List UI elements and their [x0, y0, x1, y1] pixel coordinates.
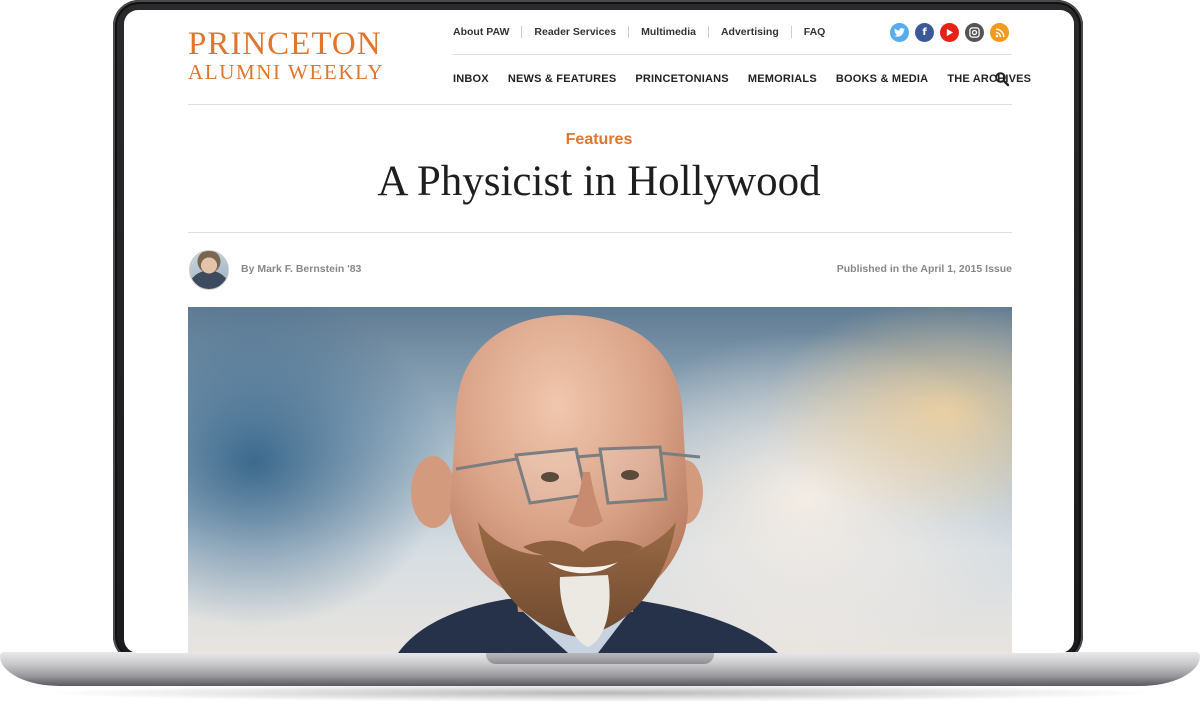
site-logo[interactable]: PRINCETON ALUMNI WEEKLY	[188, 28, 384, 83]
article-byline[interactable]: By Mark F. Bernstein '83	[241, 263, 361, 275]
nav-item-memorials[interactable]: MEMORIALS	[748, 73, 817, 85]
facebook-icon[interactable]: f	[915, 23, 934, 42]
laptop-shadow	[40, 684, 1160, 702]
nav-item-archives[interactable]: THE ARCHIVES	[947, 73, 1031, 85]
social-links: f	[890, 23, 1009, 42]
nav-item-inbox[interactable]: INBOX	[453, 73, 489, 85]
util-link-about[interactable]: About PAW	[453, 26, 521, 38]
author-avatar	[189, 250, 229, 290]
laptop-notch	[486, 652, 714, 664]
util-link-advertising[interactable]: Advertising	[707, 26, 791, 38]
hero-photo	[188, 307, 1012, 653]
logo-line-1: PRINCETON	[188, 26, 382, 62]
util-link-faq[interactable]: FAQ	[790, 26, 838, 38]
article-publish-date: Published in the April 1, 2015 Issue	[836, 263, 1012, 275]
article-section-label[interactable]: Features	[124, 131, 1074, 149]
util-link-multimedia[interactable]: Multimedia	[628, 26, 708, 38]
nav-item-princetonians[interactable]: PRINCETONIANS	[635, 73, 728, 85]
nav-divider	[453, 54, 1012, 55]
nav-item-books-media[interactable]: BOOKS & MEDIA	[836, 73, 928, 85]
instagram-icon[interactable]	[965, 23, 984, 42]
portrait-illustration	[398, 315, 778, 653]
logo-line-2: ALUMNI WEEKLY	[188, 60, 385, 84]
util-link-reader-services[interactable]: Reader Services	[521, 26, 628, 38]
youtube-icon[interactable]	[940, 23, 959, 42]
browser-screen: PRINCETON ALUMNI WEEKLY About PAW Reader…	[124, 10, 1074, 653]
header-divider	[188, 104, 1012, 105]
main-nav: INBOX NEWS & FEATURES PRINCETONIANS MEMO…	[453, 73, 1050, 85]
title-divider	[188, 232, 1012, 233]
utility-nav: About PAW Reader Services Multimedia Adv…	[453, 24, 837, 40]
rss-icon[interactable]	[990, 23, 1009, 42]
search-icon[interactable]	[994, 71, 1010, 87]
nav-item-news-features[interactable]: NEWS & FEATURES	[508, 73, 617, 85]
twitter-icon[interactable]	[890, 23, 909, 42]
article-title: A Physicist in Hollywood	[377, 158, 821, 205]
